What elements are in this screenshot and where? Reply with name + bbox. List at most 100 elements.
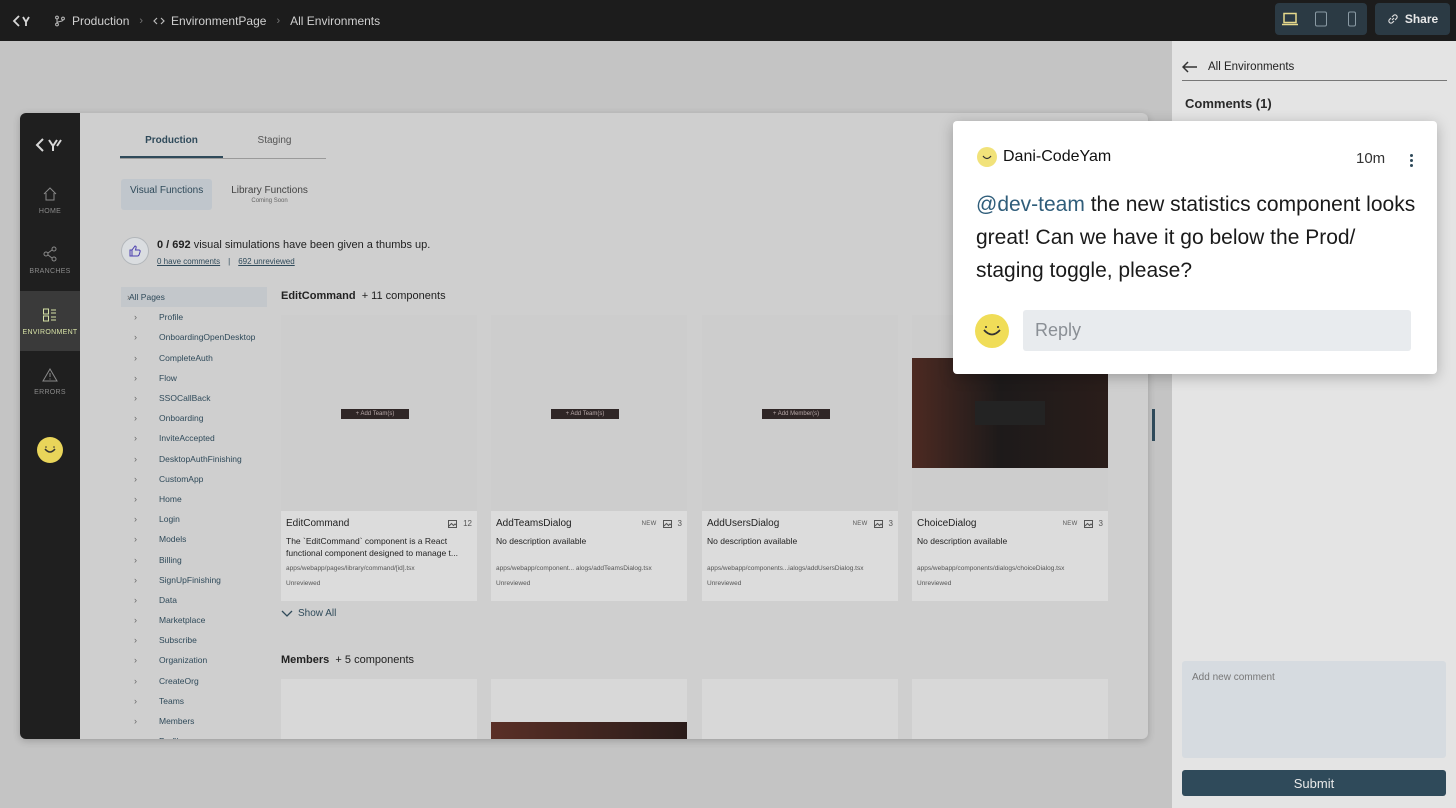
nav-errors[interactable]: ERRORS bbox=[20, 351, 80, 411]
tree-item-label: All Pages bbox=[129, 292, 165, 303]
device-tablet-button[interactable] bbox=[1306, 3, 1336, 35]
tree-item[interactable]: CompleteAuth bbox=[121, 348, 267, 368]
tree-item-label: Members bbox=[159, 716, 195, 727]
show-all-button[interactable]: Show All bbox=[281, 608, 336, 619]
section-name: Members bbox=[281, 654, 330, 666]
tab-visual-functions[interactable]: Visual Functions bbox=[121, 179, 213, 210]
device-laptop-button[interactable] bbox=[1275, 3, 1305, 35]
tree-item[interactable]: Members bbox=[121, 711, 267, 731]
tree-item[interactable]: Profile bbox=[121, 731, 267, 739]
thumbs-up-icon bbox=[129, 245, 141, 257]
tree-item-label: CustomApp bbox=[159, 473, 204, 484]
author-name: Dani-CodeYam bbox=[1003, 148, 1112, 165]
comments-link[interactable]: 0 have comments bbox=[157, 257, 220, 266]
tab-production[interactable]: Production bbox=[120, 135, 223, 158]
nav-environment[interactable]: ENVIRONMENT bbox=[20, 291, 80, 351]
tree-item[interactable]: CustomApp bbox=[121, 469, 267, 489]
new-badge: NEW bbox=[641, 520, 657, 527]
card-status: Unreviewed bbox=[286, 580, 321, 587]
component-card[interactable] bbox=[912, 679, 1108, 739]
card-header: EditCommand 12 bbox=[286, 518, 472, 529]
tree-item-label: Login bbox=[159, 514, 180, 525]
tree-item[interactable]: InviteAccepted bbox=[121, 428, 267, 448]
stats-summary: 0 / 692 visual simulations have been giv… bbox=[157, 239, 430, 251]
warning-icon bbox=[42, 367, 58, 381]
share-button[interactable]: Share bbox=[1375, 3, 1450, 35]
mention-link[interactable]: @dev-team bbox=[976, 193, 1085, 216]
tree-item[interactable]: Billing bbox=[121, 549, 267, 569]
tree-item-label: SSOCallBack bbox=[159, 393, 211, 404]
smile-icon bbox=[44, 446, 56, 453]
tree-item[interactable]: Models bbox=[121, 529, 267, 549]
tree-item[interactable]: Login bbox=[121, 509, 267, 529]
review-statistics: 0 / 692 visual simulations have been giv… bbox=[121, 237, 430, 266]
page-tree: All Pages Profile OnboardingOpenDesktop Com… bbox=[121, 287, 267, 739]
breadcrumb-page[interactable]: EnvironmentPage bbox=[153, 14, 266, 28]
tree-item[interactable]: Profile bbox=[121, 307, 267, 327]
card-description: No description available bbox=[707, 536, 798, 546]
tree-item[interactable]: Subscribe bbox=[121, 630, 267, 650]
breadcrumb-label: All Environments bbox=[290, 13, 381, 28]
tree-item-label: Data bbox=[159, 594, 177, 605]
tree-item-label: Marketplace bbox=[159, 615, 206, 626]
breadcrumb: Production › EnvironmentPage › All Envir… bbox=[54, 14, 380, 28]
component-card[interactable] bbox=[491, 679, 687, 739]
card-description: The `EditCommand` component is a React f… bbox=[286, 536, 459, 558]
nav-branches[interactable]: BRANCHES bbox=[20, 230, 80, 290]
codeyam-logo[interactable] bbox=[12, 14, 34, 28]
user-avatar[interactable] bbox=[37, 437, 63, 463]
card-description: No description available bbox=[496, 536, 587, 546]
tree-item[interactable]: SignUpFinishing bbox=[121, 570, 267, 590]
tree-item[interactable]: OnboardingOpenDesktop bbox=[121, 327, 267, 347]
tree-item[interactable]: All Pages bbox=[121, 287, 267, 308]
tab-library-functions[interactable]: Library Functions Coming Soon bbox=[222, 179, 317, 210]
unreviewed-link[interactable]: 692 unreviewed bbox=[238, 257, 294, 266]
nav-home[interactable]: HOME bbox=[20, 170, 80, 230]
panel-back-label[interactable]: All Environments bbox=[1208, 61, 1294, 73]
component-card[interactable]: + Add Member(s) AddUsersDialog NEW 3 No desc… bbox=[702, 315, 898, 601]
thumbs-up-button[interactable] bbox=[121, 237, 149, 265]
card-status: Unreviewed bbox=[917, 580, 952, 587]
tree-item-label: Teams bbox=[159, 695, 185, 706]
tree-item[interactable]: Onboarding bbox=[121, 408, 267, 428]
show-all-label: Show All bbox=[298, 608, 337, 619]
tree-item[interactable]: DesktopAuthFinishing bbox=[121, 449, 267, 469]
new-badge: NEW bbox=[1062, 520, 1078, 527]
card-status: Unreviewed bbox=[707, 580, 742, 587]
tree-item-label: Organization bbox=[159, 655, 208, 666]
tree-item[interactable]: Data bbox=[121, 590, 267, 610]
tab-staging[interactable]: Staging bbox=[223, 135, 326, 158]
reply-input[interactable]: Reply bbox=[1023, 310, 1411, 351]
back-arrow-icon[interactable] bbox=[1182, 60, 1198, 73]
nav-label: HOME bbox=[38, 207, 62, 215]
tree-item[interactable]: Marketplace bbox=[121, 610, 267, 630]
stats-count: 0 / 692 bbox=[157, 239, 191, 251]
stats-links: 0 have comments | 692 unreviewed bbox=[157, 257, 430, 266]
breadcrumb-branch[interactable]: Production bbox=[54, 14, 129, 28]
device-phone-button[interactable] bbox=[1337, 3, 1367, 35]
layout-icon bbox=[43, 308, 56, 321]
component-card[interactable]: + Add Team(s) EditCommand 12 The `EditComma… bbox=[281, 315, 477, 601]
image-icon bbox=[448, 519, 458, 528]
section-count: + 11 components bbox=[361, 290, 446, 302]
tree-item[interactable]: SSOCallBack bbox=[121, 388, 267, 408]
card-thumbnail bbox=[491, 722, 687, 739]
tree-item[interactable]: CreateOrg bbox=[121, 671, 267, 691]
component-card[interactable] bbox=[281, 679, 477, 739]
tree-item-label: CompleteAuth bbox=[159, 352, 213, 363]
breadcrumb-current[interactable]: All Environments bbox=[290, 14, 380, 28]
add-comment-input[interactable]: Add new comment bbox=[1182, 661, 1446, 758]
tree-item[interactable]: Teams bbox=[121, 691, 267, 711]
component-card[interactable]: + Add Team(s) AddTeamsDialog NEW 3 No descri… bbox=[491, 315, 687, 601]
submit-button[interactable]: Submit bbox=[1182, 770, 1446, 796]
image-icon bbox=[1083, 519, 1093, 528]
image-icon bbox=[873, 519, 883, 528]
codeyam-logo[interactable] bbox=[34, 137, 66, 153]
more-options-icon[interactable] bbox=[1404, 151, 1418, 169]
tree-item[interactable]: Organization bbox=[121, 650, 267, 670]
tree-item[interactable]: Home bbox=[121, 489, 267, 509]
comment-author: Dani-CodeYam bbox=[977, 147, 1111, 167]
tree-item[interactable]: Flow bbox=[121, 368, 267, 388]
component-card[interactable] bbox=[702, 679, 898, 739]
tree-item-label: Onboarding bbox=[159, 413, 204, 424]
